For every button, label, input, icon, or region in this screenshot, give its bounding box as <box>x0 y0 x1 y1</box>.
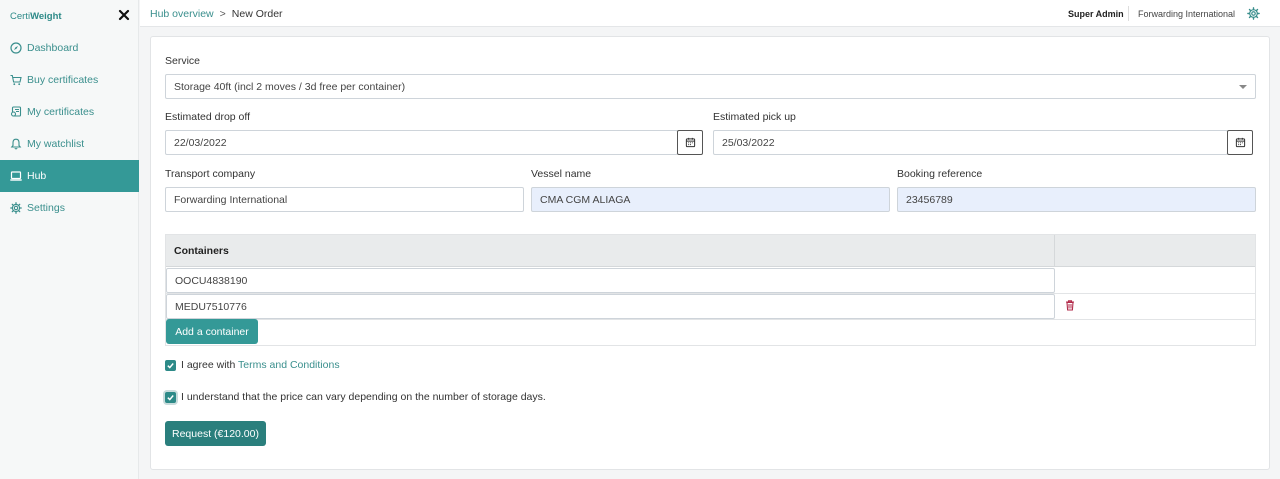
breadcrumb: Hub overview > New Order <box>150 8 283 20</box>
container-input[interactable]: OOCU4838190 <box>166 268 1055 293</box>
drop-off-value: 22/03/2022 <box>174 136 227 149</box>
booking-reference-input[interactable]: 23456789 <box>897 187 1256 212</box>
header-divider <box>1128 6 1129 21</box>
pick-up-value: 25/03/2022 <box>722 136 775 149</box>
breadcrumb-hub-overview[interactable]: Hub overview <box>150 8 214 20</box>
booking-reference-value: 23456789 <box>906 193 953 206</box>
bell-icon <box>10 138 22 150</box>
current-organization[interactable]: Forwarding International <box>1138 9 1235 19</box>
calendar-icon <box>1235 137 1245 148</box>
new-order-form: Service Storage 40ft (incl 2 moves / 3d … <box>150 36 1270 470</box>
column-divider <box>1054 235 1055 267</box>
terms-text: I agree with Terms and Conditions <box>181 359 340 371</box>
service-select[interactable]: Storage 40ft (incl 2 moves / 3d free per… <box>165 74 1256 99</box>
checkmark-icon <box>167 363 174 369</box>
breadcrumb-current: New Order <box>231 8 283 20</box>
containers-header: Containers <box>166 235 1255 267</box>
containers-header-label: Containers <box>174 245 229 257</box>
sidebar-item-buy-certificates[interactable]: Buy certificates <box>0 64 139 96</box>
sidebar-item-my-certificates[interactable]: My certificates <box>0 96 139 128</box>
brand-part1: Certi <box>10 10 31 22</box>
sidebar-item-my-watchlist[interactable]: My watchlist <box>0 128 139 160</box>
drop-off-calendar-button[interactable] <box>677 130 703 155</box>
terms-checkbox[interactable] <box>165 360 176 371</box>
drop-off-label: Estimated drop off <box>165 111 251 123</box>
laptop-icon <box>10 171 22 181</box>
brand-part2: Weight <box>30 10 62 22</box>
breadcrumb-separator: > <box>219 8 226 20</box>
drop-off-input[interactable]: 22/03/2022 <box>165 130 678 155</box>
trash-icon[interactable] <box>1064 299 1076 311</box>
sidebar-item-label: My certificates <box>27 106 95 118</box>
vessel-name-value: CMA CGM ALIAGA <box>540 193 631 206</box>
request-button[interactable]: Request (€120.00) <box>165 421 266 446</box>
close-icon[interactable] <box>117 8 131 22</box>
chevron-down-icon <box>1239 85 1247 89</box>
sidebar-item-settings[interactable]: Settings <box>0 192 139 224</box>
gear-icon[interactable] <box>1247 7 1260 20</box>
sidebar-item-label: Dashboard <box>27 42 79 54</box>
vessel-name-input[interactable]: CMA CGM ALIAGA <box>531 187 890 212</box>
container-number: MEDU7510776 <box>175 300 247 313</box>
service-value: Storage 40ft (incl 2 moves / 3d free per… <box>174 80 406 93</box>
service-label: Service <box>165 55 201 67</box>
current-user[interactable]: Super Admin <box>1068 9 1124 19</box>
terms-link[interactable]: Terms and Conditions <box>238 359 340 371</box>
sidebar-item-hub[interactable]: Hub <box>0 160 139 192</box>
containers-table: Containers OOCU4838190 MEDU7510776 Add a… <box>165 234 1256 346</box>
certificate-icon <box>10 106 22 117</box>
row-divider <box>166 319 1255 320</box>
price-notice-checkbox[interactable] <box>165 392 176 403</box>
sidebar-item-label: Buy certificates <box>27 74 99 86</box>
calendar-icon <box>685 137 695 148</box>
pick-up-calendar-button[interactable] <box>1227 130 1253 155</box>
transport-company-label: Transport company <box>165 168 256 180</box>
transport-company-value: Forwarding International <box>174 193 288 206</box>
terms-prefix: I agree with <box>181 359 236 371</box>
vessel-name-label: Vessel name <box>531 168 592 180</box>
container-number: OOCU4838190 <box>175 274 248 287</box>
add-container-button[interactable]: Add a container <box>166 319 258 344</box>
sidebar-item-label: Hub <box>27 170 47 182</box>
transport-company-input[interactable]: Forwarding International <box>165 187 524 212</box>
sidebar-item-dashboard[interactable]: Dashboard <box>0 32 139 64</box>
gear-icon <box>10 202 22 214</box>
pick-up-input[interactable]: 25/03/2022 <box>713 130 1228 155</box>
container-input[interactable]: MEDU7510776 <box>166 294 1055 319</box>
sidebar-item-label: My watchlist <box>27 138 85 150</box>
compass-icon <box>10 42 22 54</box>
price-notice-text: I understand that the price can vary dep… <box>181 391 546 403</box>
booking-reference-label: Booking reference <box>897 168 983 180</box>
checkmark-icon <box>167 395 174 401</box>
sidebar-item-label: Settings <box>27 202 65 214</box>
cart-icon <box>10 74 22 86</box>
pick-up-label: Estimated pick up <box>713 111 796 123</box>
sidebar: Certi Weight Dashboard Buy certificates M… <box>0 0 139 479</box>
top-bar: Hub overview > New Order Super Admin Forwa… <box>140 0 1280 27</box>
